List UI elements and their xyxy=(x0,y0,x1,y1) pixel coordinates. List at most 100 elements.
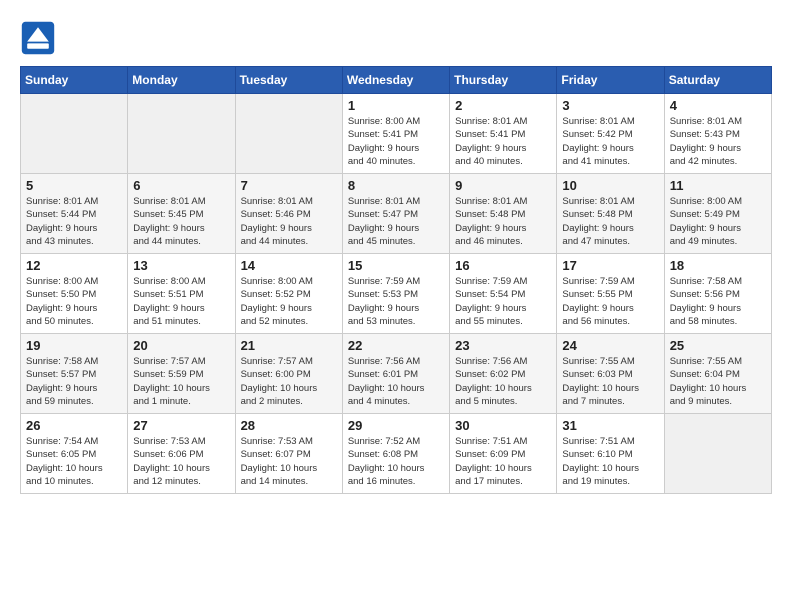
logo xyxy=(20,20,60,56)
day-info: Sunrise: 7:56 AM Sunset: 6:02 PM Dayligh… xyxy=(455,355,551,408)
day-number: 27 xyxy=(133,418,229,433)
calendar-cell: 2 Sunrise: 8:01 AM Sunset: 5:41 PM Daylig… xyxy=(450,94,557,174)
logo-icon xyxy=(20,20,56,56)
calendar-cell: 9 Sunrise: 8:01 AM Sunset: 5:48 PM Daylig… xyxy=(450,174,557,254)
day-number: 9 xyxy=(455,178,551,193)
day-number: 30 xyxy=(455,418,551,433)
day-info: Sunrise: 7:58 AM Sunset: 5:56 PM Dayligh… xyxy=(670,275,766,328)
day-info: Sunrise: 7:59 AM Sunset: 5:54 PM Dayligh… xyxy=(455,275,551,328)
day-number: 29 xyxy=(348,418,444,433)
day-number: 31 xyxy=(562,418,658,433)
day-number: 28 xyxy=(241,418,337,433)
day-number: 21 xyxy=(241,338,337,353)
day-info: Sunrise: 7:53 AM Sunset: 6:06 PM Dayligh… xyxy=(133,435,229,488)
day-info: Sunrise: 7:57 AM Sunset: 5:59 PM Dayligh… xyxy=(133,355,229,408)
day-number: 5 xyxy=(26,178,122,193)
calendar-cell: 7Sunrise: 8:01 AM Sunset: 5:46 PM Daylig… xyxy=(235,174,342,254)
calendar-cell: 28 Sunrise: 7:53 AM Sunset: 6:07 PM Dayli… xyxy=(235,414,342,494)
day-info: Sunrise: 7:51 AM Sunset: 6:09 PM Dayligh… xyxy=(455,435,551,488)
calendar-cell xyxy=(664,414,771,494)
day-number: 22 xyxy=(348,338,444,353)
day-number: 26 xyxy=(26,418,122,433)
day-number: 23 xyxy=(455,338,551,353)
calendar-cell: 13 Sunrise: 8:00 AM Sunset: 5:51 PM Dayli… xyxy=(128,254,235,334)
day-info: Sunrise: 8:01 AM Sunset: 5:41 PM Dayligh… xyxy=(455,115,551,168)
day-info: Sunrise: 7:53 AM Sunset: 6:07 PM Dayligh… xyxy=(241,435,337,488)
day-number: 15 xyxy=(348,258,444,273)
calendar-week-1: 1 Sunrise: 8:00 AM Sunset: 5:41 PM Daylig… xyxy=(21,94,772,174)
day-info: Sunrise: 7:52 AM Sunset: 6:08 PM Dayligh… xyxy=(348,435,444,488)
calendar-table: SundayMondayTuesdayWednesdayThursdayFrid… xyxy=(20,66,772,494)
day-number: 14 xyxy=(241,258,337,273)
day-info: Sunrise: 8:01 AM Sunset: 5:42 PM Dayligh… xyxy=(562,115,658,168)
calendar-cell: 1 Sunrise: 8:00 AM Sunset: 5:41 PM Daylig… xyxy=(342,94,449,174)
day-number: 7 xyxy=(241,178,337,193)
calendar-cell: 23 Sunrise: 7:56 AM Sunset: 6:02 PM Dayli… xyxy=(450,334,557,414)
calendar-cell xyxy=(235,94,342,174)
calendar-week-3: 12 Sunrise: 8:00 AM Sunset: 5:50 PM Dayli… xyxy=(21,254,772,334)
day-info: Sunrise: 7:58 AM Sunset: 5:57 PM Dayligh… xyxy=(26,355,122,408)
day-number: 11 xyxy=(670,178,766,193)
day-number: 8 xyxy=(348,178,444,193)
calendar-cell: 26 Sunrise: 7:54 AM Sunset: 6:05 PM Dayli… xyxy=(21,414,128,494)
day-info: Sunrise: 8:00 AM Sunset: 5:41 PM Dayligh… xyxy=(348,115,444,168)
day-info: Sunrise: 8:01 AM Sunset: 5:45 PM Dayligh… xyxy=(133,195,229,248)
day-number: 2 xyxy=(455,98,551,113)
calendar-cell: 19Sunrise: 7:58 AM Sunset: 5:57 PM Dayli… xyxy=(21,334,128,414)
calendar-cell: 16 Sunrise: 7:59 AM Sunset: 5:54 PM Dayli… xyxy=(450,254,557,334)
day-number: 3 xyxy=(562,98,658,113)
day-number: 12 xyxy=(26,258,122,273)
day-info: Sunrise: 7:55 AM Sunset: 6:04 PM Dayligh… xyxy=(670,355,766,408)
day-info: Sunrise: 8:00 AM Sunset: 5:50 PM Dayligh… xyxy=(26,275,122,328)
day-number: 17 xyxy=(562,258,658,273)
day-info: Sunrise: 8:00 AM Sunset: 5:51 PM Dayligh… xyxy=(133,275,229,328)
calendar-cell: 15 Sunrise: 7:59 AM Sunset: 5:53 PM Dayli… xyxy=(342,254,449,334)
day-number: 16 xyxy=(455,258,551,273)
day-info: Sunrise: 7:56 AM Sunset: 6:01 PM Dayligh… xyxy=(348,355,444,408)
day-number: 24 xyxy=(562,338,658,353)
day-number: 20 xyxy=(133,338,229,353)
day-info: Sunrise: 7:57 AM Sunset: 6:00 PM Dayligh… xyxy=(241,355,337,408)
day-info: Sunrise: 8:01 AM Sunset: 5:47 PM Dayligh… xyxy=(348,195,444,248)
day-number: 4 xyxy=(670,98,766,113)
page-header xyxy=(20,20,772,56)
calendar-cell: 24Sunrise: 7:55 AM Sunset: 6:03 PM Dayli… xyxy=(557,334,664,414)
calendar-cell: 18Sunrise: 7:58 AM Sunset: 5:56 PM Dayli… xyxy=(664,254,771,334)
calendar-week-5: 26 Sunrise: 7:54 AM Sunset: 6:05 PM Dayli… xyxy=(21,414,772,494)
calendar-week-4: 19Sunrise: 7:58 AM Sunset: 5:57 PM Dayli… xyxy=(21,334,772,414)
calendar-cell xyxy=(128,94,235,174)
calendar-cell: 12 Sunrise: 8:00 AM Sunset: 5:50 PM Dayli… xyxy=(21,254,128,334)
calendar-cell: 31Sunrise: 7:51 AM Sunset: 6:10 PM Dayli… xyxy=(557,414,664,494)
column-header-saturday: Saturday xyxy=(664,67,771,94)
column-header-wednesday: Wednesday xyxy=(342,67,449,94)
day-number: 13 xyxy=(133,258,229,273)
calendar-cell: 10 Sunrise: 8:01 AM Sunset: 5:48 PM Dayli… xyxy=(557,174,664,254)
calendar-cell: 14Sunrise: 8:00 AM Sunset: 5:52 PM Dayli… xyxy=(235,254,342,334)
day-info: Sunrise: 7:59 AM Sunset: 5:53 PM Dayligh… xyxy=(348,275,444,328)
column-header-tuesday: Tuesday xyxy=(235,67,342,94)
day-info: Sunrise: 7:59 AM Sunset: 5:55 PM Dayligh… xyxy=(562,275,658,328)
column-header-friday: Friday xyxy=(557,67,664,94)
calendar-cell xyxy=(21,94,128,174)
column-header-monday: Monday xyxy=(128,67,235,94)
calendar-cell: 17 Sunrise: 7:59 AM Sunset: 5:55 PM Dayli… xyxy=(557,254,664,334)
calendar-cell: 5Sunrise: 8:01 AM Sunset: 5:44 PM Daylig… xyxy=(21,174,128,254)
calendar-cell: 3 Sunrise: 8:01 AM Sunset: 5:42 PM Daylig… xyxy=(557,94,664,174)
day-number: 1 xyxy=(348,98,444,113)
calendar-cell: 20 Sunrise: 7:57 AM Sunset: 5:59 PM Dayli… xyxy=(128,334,235,414)
calendar-cell: 8 Sunrise: 8:01 AM Sunset: 5:47 PM Daylig… xyxy=(342,174,449,254)
calendar-cell: 30 Sunrise: 7:51 AM Sunset: 6:09 PM Dayli… xyxy=(450,414,557,494)
calendar-cell: 29 Sunrise: 7:52 AM Sunset: 6:08 PM Dayli… xyxy=(342,414,449,494)
day-info: Sunrise: 8:01 AM Sunset: 5:48 PM Dayligh… xyxy=(455,195,551,248)
day-number: 6 xyxy=(133,178,229,193)
day-info: Sunrise: 7:54 AM Sunset: 6:05 PM Dayligh… xyxy=(26,435,122,488)
day-info: Sunrise: 8:01 AM Sunset: 5:48 PM Dayligh… xyxy=(562,195,658,248)
column-header-sunday: Sunday xyxy=(21,67,128,94)
day-number: 10 xyxy=(562,178,658,193)
calendar-cell: 6 Sunrise: 8:01 AM Sunset: 5:45 PM Daylig… xyxy=(128,174,235,254)
calendar-week-2: 5Sunrise: 8:01 AM Sunset: 5:44 PM Daylig… xyxy=(21,174,772,254)
calendar-cell: 27 Sunrise: 7:53 AM Sunset: 6:06 PM Dayli… xyxy=(128,414,235,494)
day-info: Sunrise: 8:00 AM Sunset: 5:49 PM Dayligh… xyxy=(670,195,766,248)
calendar-cell: 11 Sunrise: 8:00 AM Sunset: 5:49 PM Dayli… xyxy=(664,174,771,254)
day-info: Sunrise: 8:01 AM Sunset: 5:43 PM Dayligh… xyxy=(670,115,766,168)
